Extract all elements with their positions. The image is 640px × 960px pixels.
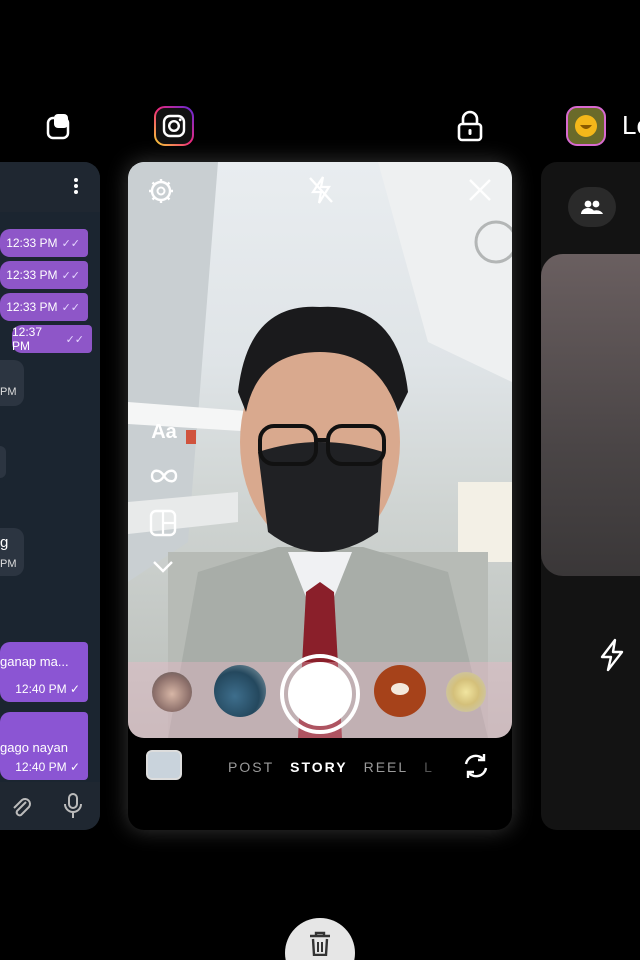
flash-off-icon[interactable]: [306, 174, 336, 206]
shutter-button[interactable]: [280, 654, 360, 734]
chat-header: [0, 162, 100, 212]
app-icon[interactable]: [566, 106, 606, 146]
more-options-icon[interactable]: [74, 178, 78, 199]
incoming-message[interactable]: g PM: [0, 528, 24, 576]
incoming-message[interactable]: [0, 446, 6, 478]
message-time: 12:40 PM ✓: [15, 760, 80, 774]
recent-apps-screen: Le 12:33 PM✓✓ 12:33 PM✓✓ 12:33 PM✓✓ 12:3…: [0, 0, 640, 960]
chevron-down-icon[interactable]: [150, 556, 176, 578]
trash-icon: [306, 930, 334, 960]
tab-live[interactable]: L: [424, 759, 434, 775]
lock-icon[interactable]: [450, 106, 490, 146]
message-time: 12:33 PM: [6, 268, 58, 282]
double-check-icon: ✓✓: [65, 333, 84, 346]
message-bubble[interactable]: gago nayan 12:40 PM ✓: [0, 712, 88, 780]
gallery-thumbnail[interactable]: [146, 750, 182, 780]
filter-emoji-icon: [391, 683, 409, 695]
flip-camera-icon[interactable]: [462, 752, 490, 780]
message-time: PM: [0, 558, 17, 570]
instagram-app-icon[interactable]: [154, 106, 194, 146]
message-time: 12:33 PM: [6, 300, 58, 314]
close-icon[interactable]: [466, 176, 494, 204]
ceiling-background: [128, 162, 512, 738]
double-check-icon: ✓✓: [61, 301, 80, 314]
shutter-inner: [288, 662, 352, 726]
tab-reel[interactable]: REEL: [364, 759, 409, 775]
filter-thumbnail[interactable]: [214, 665, 266, 717]
message-bubble[interactable]: 12:33 PM ✓✓: [0, 293, 88, 321]
filter-thumbnail[interactable]: [374, 665, 426, 717]
double-check-icon: ✓✓: [61, 237, 80, 250]
double-check-icon: ✓✓: [61, 269, 80, 282]
message-time: PM: [0, 386, 17, 398]
camera-viewfinder: Aa: [128, 162, 512, 738]
clear-all-button[interactable]: [285, 918, 355, 960]
flash-icon[interactable]: [597, 638, 629, 674]
layout-icon[interactable]: [148, 508, 178, 538]
incoming-message[interactable]: PM: [0, 360, 24, 406]
message-time: 12:33 PM: [6, 236, 58, 250]
capture-mode-tabs: POST STORY REEL L: [228, 759, 450, 775]
settings-icon[interactable]: [146, 176, 176, 206]
message-bubble[interactable]: 12:33 PM ✓✓: [0, 229, 88, 257]
filter-thumbnail[interactable]: [152, 672, 192, 712]
message-bubble[interactable]: 12:33 PM ✓✓: [0, 261, 88, 289]
message-text: gago nayan: [0, 740, 68, 755]
people-icon[interactable]: [568, 187, 616, 227]
message-text: g: [0, 534, 9, 551]
text-tool-label: Aa: [151, 420, 177, 443]
video-preview: [541, 254, 640, 576]
boomerang-icon[interactable]: [148, 464, 180, 488]
tab-story[interactable]: STORY: [290, 759, 347, 775]
multi-window-icon[interactable]: [38, 106, 78, 146]
message-bubble[interactable]: ganap ma... 12:40 PM ✓: [0, 642, 88, 702]
tab-post[interactable]: POST: [228, 759, 274, 775]
app-label: Le: [622, 110, 640, 140]
instagram-camera-card[interactable]: Aa POST STORY REEL L: [128, 162, 512, 830]
message-time: 12:37 PM: [12, 325, 43, 353]
filter-thumbnail[interactable]: [446, 672, 486, 712]
attach-icon[interactable]: [8, 794, 34, 825]
messaging-app-card[interactable]: 12:33 PM ✓✓ 12:33 PM ✓✓ 12:33 PM ✓✓ 12:37 P…: [0, 162, 100, 830]
microphone-icon[interactable]: [62, 792, 84, 825]
chat-input-bar: [0, 782, 100, 830]
message-text: ganap ma...: [0, 654, 69, 669]
app-card-right[interactable]: [541, 162, 640, 830]
message-time: 12:40 PM ✓: [15, 682, 80, 696]
message-bubble[interactable]: 12:37 PM ✓✓: [12, 325, 92, 353]
text-tool-button[interactable]: Aa: [146, 418, 182, 446]
